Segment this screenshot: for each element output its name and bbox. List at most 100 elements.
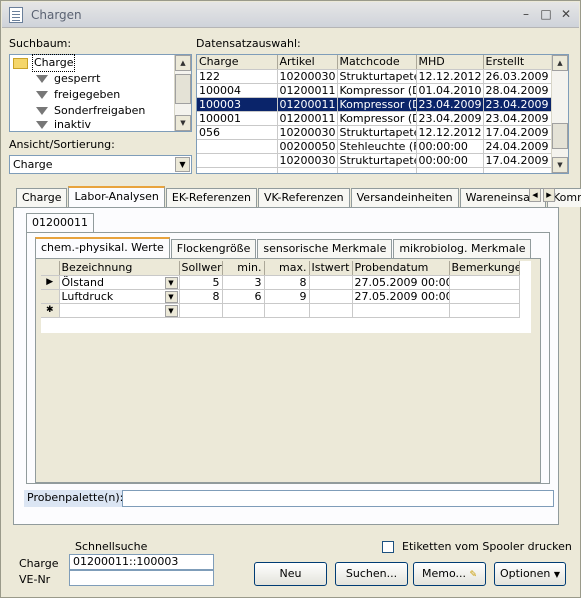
column-header-artikel[interactable]: Artikel xyxy=(277,55,338,70)
table-cell[interactable] xyxy=(309,303,353,318)
table-cell: 10200030 xyxy=(277,153,338,168)
table-cell: 10200030 xyxy=(277,125,338,140)
datensatz-list[interactable]: Charge Artikel Matchcode MHD Erstellt 12… xyxy=(196,54,569,174)
tab-inner-1[interactable]: Flockengröße xyxy=(170,239,257,258)
venr-search-label: VE-Nr xyxy=(19,573,51,586)
table-cell xyxy=(197,167,278,173)
venr-search-input[interactable] xyxy=(69,570,214,586)
close-button[interactable]: ✕ xyxy=(559,7,573,21)
ansicht-select[interactable]: Charge ▼ xyxy=(9,155,192,174)
probenpalette-input[interactable] xyxy=(122,490,554,507)
table-cell: 00:00:00 xyxy=(416,139,484,154)
column-header-mhd[interactable]: MHD xyxy=(416,55,484,70)
tab-scroll-left-icon[interactable]: ◀ xyxy=(529,188,541,202)
row-selector[interactable]: ▶ xyxy=(41,275,60,290)
tab-main-3[interactable]: VK-Referenzen xyxy=(257,188,350,207)
tab-main-0[interactable]: Charge xyxy=(16,188,68,207)
suchbaum-tree[interactable]: Charge gesperrt freigegeben Sonderfreiga… xyxy=(9,54,192,132)
table-row[interactable]: 10200030Strukturtapete (00:00:0017.04.20… xyxy=(197,153,552,168)
table-cell[interactable]: 8 xyxy=(264,275,310,290)
column-header-istwert[interactable]: Istwert xyxy=(309,261,353,276)
pencil-icon: ✎ xyxy=(469,570,478,580)
table-row[interactable]: 00200050Stehleuchte (Fa00:00:0024.04.200… xyxy=(197,139,552,154)
table-row[interactable]: 10000401200011Kompressor (Din01.04.20102… xyxy=(197,83,552,98)
table-cell: 01200011 xyxy=(277,83,338,98)
table-cell[interactable]: 3 xyxy=(222,275,265,290)
scroll-down-icon[interactable]: ▼ xyxy=(552,157,568,173)
column-header-sollwert[interactable]: Sollwert xyxy=(179,261,223,276)
scroll-up-icon[interactable]: ▲ xyxy=(175,55,191,71)
suchen-button[interactable]: Suchen... xyxy=(335,562,408,586)
memo-button[interactable]: Memo... ✎ xyxy=(413,562,486,586)
optionen-button[interactable]: Optionen ▼ xyxy=(494,562,566,586)
charge-search-input[interactable]: 01200011::100003 xyxy=(69,554,214,570)
tab-inner-2[interactable]: sensorische Merkmale xyxy=(257,239,393,258)
table-cell[interactable] xyxy=(449,289,520,304)
table-cell[interactable] xyxy=(309,275,353,290)
tab-artikel-01200011[interactable]: 01200011 xyxy=(26,213,94,232)
column-header-erstellt[interactable]: Erstellt xyxy=(483,55,552,70)
etiketten-label: Etiketten vom Spooler drucken xyxy=(402,540,572,553)
table-row[interactable]: 10000101200011Kompressor (Din23.04.20092… xyxy=(197,111,552,126)
labor-grid[interactable]: Bezeichnung Sollwert min. max. Istwert P… xyxy=(41,261,531,333)
minimize-button[interactable]: – xyxy=(519,7,533,21)
tab-inner-0[interactable]: chem.-physikal. Werte xyxy=(35,237,170,258)
column-header-max[interactable]: max. xyxy=(264,261,310,276)
table-row[interactable]: ✱ ▼ xyxy=(41,303,520,318)
table-cell[interactable] xyxy=(264,303,310,318)
column-header-matchcode[interactable]: Matchcode xyxy=(337,55,417,70)
chevron-down-icon[interactable]: ▼ xyxy=(164,290,178,302)
table-cell[interactable]: 27.05.2009 00:00 xyxy=(352,275,450,290)
tree-item-gesperrt[interactable]: gesperrt xyxy=(14,71,100,87)
tree-item-charge[interactable]: Charge xyxy=(13,54,76,72)
chevron-down-icon[interactable]: ▼ xyxy=(175,157,190,172)
table-cell[interactable]: 8 xyxy=(179,289,223,304)
table-cell[interactable] xyxy=(179,303,223,318)
neu-button[interactable]: Neu xyxy=(254,562,327,586)
table-row[interactable]: 12210200030Strukturtapete (12.12.201226.… xyxy=(197,69,552,84)
table-cell xyxy=(277,167,338,173)
chevron-down-icon[interactable]: ▼ xyxy=(164,304,178,316)
datensatz-scrollbar[interactable]: ▲ ▼ xyxy=(551,55,568,173)
tab-scroll-right-icon[interactable]: ▶ xyxy=(543,188,555,202)
column-header-probendatum[interactable]: Probendatum xyxy=(352,261,450,276)
table-row[interactable]: ▶ Ölstand ▼ 5 3 8 27.05.2009 00:00 xyxy=(41,275,520,290)
column-header-charge[interactable]: Charge xyxy=(197,55,278,70)
column-header-bezeichnung[interactable]: Bezeichnung xyxy=(59,261,180,276)
tree-scrollbar[interactable]: ▲ ▼ xyxy=(174,55,191,131)
table-cell[interactable]: 27.05.2009 00:00 xyxy=(352,289,450,304)
table-cell[interactable]: Ölstand ▼ xyxy=(59,275,180,290)
tab-main-2[interactable]: EK-Referenzen xyxy=(165,188,257,207)
table-row[interactable]: 10000301200011Kompressor (Din23.04.20092… xyxy=(197,97,552,112)
scroll-thumb[interactable] xyxy=(175,74,191,104)
column-header-min[interactable]: min. xyxy=(222,261,265,276)
scroll-thumb[interactable] xyxy=(552,123,568,149)
tab-inner-3[interactable]: mikrobiolog. Merkmale xyxy=(393,239,532,258)
table-row[interactable]: Luftdruck ▼ 8 6 9 27.05.2009 00:00 xyxy=(41,289,520,304)
tree-item-sonderfreigaben[interactable]: Sonderfreigaben xyxy=(14,103,145,119)
row-selector[interactable] xyxy=(41,289,60,304)
table-cell[interactable] xyxy=(309,289,353,304)
chevron-down-icon[interactable]: ▼ xyxy=(164,276,178,288)
table-cell[interactable]: 6 xyxy=(222,289,265,304)
tree-item-inaktiv[interactable]: inaktiv xyxy=(14,119,91,131)
table-cell[interactable] xyxy=(352,303,450,318)
tab-main-4[interactable]: Versandeinheiten xyxy=(350,188,459,207)
tab-main-1[interactable]: Labor-Analysen xyxy=(68,186,165,207)
table-row[interactable]: 05610200030Strukturtapete (12.12.201217.… xyxy=(197,125,552,140)
scroll-down-icon[interactable]: ▼ xyxy=(175,115,191,131)
table-cell[interactable]: ▼ xyxy=(59,303,180,318)
table-cell[interactable] xyxy=(449,275,520,290)
column-header-bemerkungen[interactable]: Bemerkunger xyxy=(449,261,520,276)
scroll-up-icon[interactable]: ▲ xyxy=(552,55,568,71)
table-cell[interactable] xyxy=(222,303,265,318)
etiketten-checkbox[interactable] xyxy=(382,541,394,553)
table-cell[interactable] xyxy=(449,303,520,318)
table-cell[interactable]: 9 xyxy=(264,289,310,304)
tree-item-freigegeben[interactable]: freigegeben xyxy=(14,87,120,103)
table-cell[interactable]: Luftdruck ▼ xyxy=(59,289,180,304)
table-cell[interactable]: 5 xyxy=(179,275,223,290)
row-selector[interactable]: ✱ xyxy=(41,303,60,318)
maximize-button[interactable]: □ xyxy=(539,7,553,21)
table-row[interactable] xyxy=(197,167,552,173)
